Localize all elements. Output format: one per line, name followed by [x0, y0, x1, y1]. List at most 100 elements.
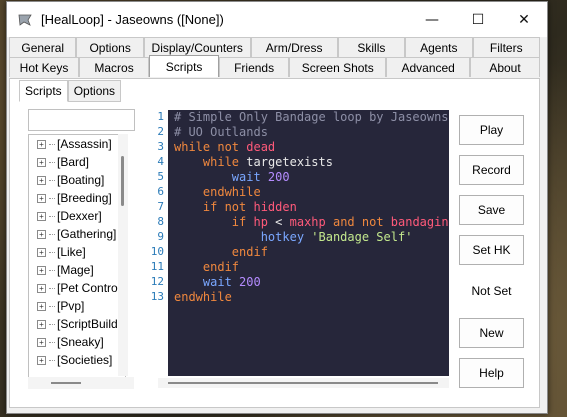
tree-item[interactable]: + [Societies]: [29, 351, 125, 369]
tree-vertical-scrollbar[interactable]: [118, 134, 128, 376]
tree-item[interactable]: + [Mage]: [29, 261, 125, 279]
tree-item[interactable]: + [ScriptBuilde: [29, 315, 125, 333]
tab-scripts[interactable]: Scripts: [149, 55, 220, 77]
code-token: while not: [174, 140, 247, 154]
expand-icon[interactable]: +: [37, 175, 46, 185]
expand-icon[interactable]: +: [37, 211, 46, 221]
scroll-thumb[interactable]: [121, 156, 124, 206]
code-line[interactable]: endif: [174, 245, 449, 260]
code-line[interactable]: hotkey 'Bandage Self': [174, 230, 449, 245]
code-line[interactable]: wait 200: [174, 170, 449, 185]
code-token: and not: [332, 215, 391, 229]
code-line[interactable]: while not dead: [174, 140, 449, 155]
line-number: 4: [157, 155, 164, 168]
set-hotkey-button[interactable]: Set HK: [459, 235, 524, 265]
code-token: # Simple Only Bandage loop by Jaseowns: [174, 110, 449, 124]
expand-icon[interactable]: +: [37, 355, 46, 365]
expand-icon[interactable]: +: [37, 157, 46, 167]
expand-icon[interactable]: +: [37, 301, 46, 311]
script-editor[interactable]: # Simple Only Bandage loop by Jaseowns # …: [168, 110, 449, 376]
tree-item[interactable]: + [Pet Control: [29, 279, 125, 297]
tab-advanced[interactable]: Advanced: [386, 57, 470, 77]
tree-item[interactable]: + [Like]: [29, 243, 125, 261]
code-token: hotkey: [260, 230, 312, 244]
line-number: 1: [157, 110, 164, 123]
tree-item[interactable]: + [Dexxer]: [29, 207, 125, 225]
code-line[interactable]: wait 200: [174, 275, 449, 290]
scroll-thumb[interactable]: [51, 382, 81, 384]
tab-options[interactable]: Options: [76, 37, 144, 57]
tab-hot-keys[interactable]: Hot Keys: [9, 57, 80, 77]
tree-horizontal-scrollbar[interactable]: [28, 377, 134, 389]
tab-screen-shots[interactable]: Screen Shots: [289, 57, 387, 77]
app-icon: [18, 14, 32, 26]
expand-icon[interactable]: +: [37, 283, 46, 293]
editor-horizontal-scrollbar[interactable]: [158, 378, 449, 388]
tree-item[interactable]: + [Bard]: [29, 153, 125, 171]
tree-item[interactable]: + [Breeding]: [29, 189, 125, 207]
tab-agents[interactable]: Agents: [405, 37, 473, 57]
maximize-button[interactable]: ☐: [455, 2, 501, 37]
expand-icon[interactable]: +: [37, 337, 46, 347]
code-line[interactable]: while targetexists: [174, 155, 449, 170]
tab-macros[interactable]: Macros: [79, 57, 150, 77]
expand-icon[interactable]: +: [37, 193, 46, 203]
code-line[interactable]: if hp < maxhp and not bandaging: [174, 215, 449, 230]
tab-friends[interactable]: Friends: [219, 57, 290, 77]
tree-item[interactable]: + [Sneaky]: [29, 333, 125, 351]
close-button[interactable]: ✕: [501, 2, 547, 37]
code-token: hp: [253, 215, 276, 229]
tab-about[interactable]: About: [469, 57, 541, 77]
code-line[interactable]: endwhile: [174, 185, 449, 200]
play-button[interactable]: Play: [459, 115, 524, 145]
code-token: 200: [239, 275, 261, 289]
code-token: while: [202, 155, 247, 169]
expand-icon[interactable]: +: [37, 229, 46, 239]
code-line[interactable]: endif: [174, 260, 449, 275]
code-line[interactable]: # UO Outlands: [174, 125, 449, 140]
new-button[interactable]: New: [459, 318, 524, 348]
tree-item[interactable]: + [Pvp]: [29, 297, 125, 315]
record-button[interactable]: Record: [459, 155, 524, 185]
tab-display-counters[interactable]: Display/Counters: [143, 37, 251, 57]
line-number: 13: [150, 290, 164, 303]
code-token: hidden: [253, 200, 297, 214]
tree-item[interactable]: + [Gathering]: [29, 225, 125, 243]
code-token: dead: [246, 140, 276, 154]
tree-item[interactable]: + [Assassin]: [29, 135, 125, 153]
code-line[interactable]: endwhile: [174, 290, 449, 305]
line-number: 7: [157, 200, 164, 213]
scroll-thumb[interactable]: [168, 382, 438, 384]
minimize-button[interactable]: —: [409, 2, 455, 37]
expand-icon[interactable]: +: [37, 139, 46, 149]
expand-icon[interactable]: +: [37, 319, 46, 329]
code-line[interactable]: # Simple Only Bandage loop by Jaseowns: [174, 110, 449, 125]
code-token: endif: [202, 260, 240, 274]
script-tree[interactable]: + [Assassin] + [Bard] + [Boating] + [Breedin…: [28, 134, 126, 378]
expand-icon[interactable]: +: [37, 265, 46, 275]
title-bar[interactable]: [HealLoop] - Jaseowns ([None]) — ☐ ✕: [7, 2, 547, 37]
subtab-options[interactable]: Options: [67, 80, 122, 102]
subtab-scripts[interactable]: Scripts: [19, 80, 68, 102]
code-area[interactable]: # Simple Only Bandage loop by Jaseowns # …: [168, 110, 449, 305]
code-token: 'Bandage Self': [311, 230, 413, 244]
code-token: endif: [231, 245, 268, 259]
expand-icon[interactable]: +: [37, 247, 46, 257]
help-button[interactable]: Help: [459, 358, 524, 388]
code-line[interactable]: if not hidden: [174, 200, 449, 215]
code-token: 200: [267, 170, 290, 184]
script-search-input[interactable]: [28, 109, 135, 131]
tree-item[interactable]: + [Boating]: [29, 171, 125, 189]
window-title: [HealLoop] - Jaseowns ([None]): [41, 12, 224, 27]
tab-skills[interactable]: Skills: [337, 37, 406, 57]
tab-filters[interactable]: Filters: [472, 37, 540, 57]
line-number: 12: [150, 275, 164, 288]
save-button[interactable]: Save: [459, 195, 524, 225]
tab-general[interactable]: General: [9, 37, 77, 57]
tab-arm-dress[interactable]: Arm/Dress: [250, 37, 338, 57]
